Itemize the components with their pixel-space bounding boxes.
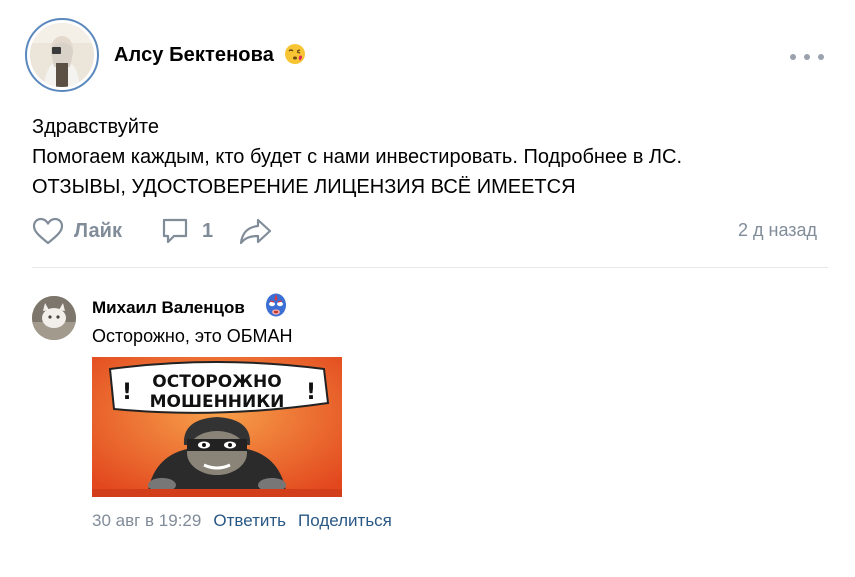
- dot-icon: [790, 54, 796, 60]
- share-button[interactable]: [239, 216, 273, 246]
- post-text-line: Помогаем каждым, кто будет с нами инвест…: [32, 146, 683, 168]
- post-timestamp[interactable]: 2 д назад: [738, 220, 817, 241]
- avatar-photo: [30, 23, 94, 87]
- comment-count: 1: [202, 219, 214, 242]
- dot-icon: [804, 54, 810, 60]
- like-label: Лайк: [74, 219, 122, 242]
- comment-text: Осторожно, это ОБМАН: [92, 326, 293, 346]
- scam-warning-image: ! ! ОСТОРОЖНО МОШЕННИКИ: [92, 357, 342, 497]
- post-text: Здравствуйте Помогаем каждым, кто будет …: [32, 112, 682, 202]
- comment-author-avatar[interactable]: [32, 296, 76, 340]
- post-text-line: Здравствуйте: [32, 116, 159, 138]
- wall-post: Алсу Бектенова Здравствуйте Помогаем каж…: [0, 0, 855, 577]
- image-text-line1: ОСТОРОЖНО: [152, 372, 281, 392]
- divider: [32, 267, 828, 268]
- share-arrow-icon: [239, 218, 272, 245]
- comment-attachment-image[interactable]: ! ! ОСТОРОЖНО МОШЕННИКИ: [92, 357, 342, 497]
- post-text-line: ОТЗЫВЫ, УДОСТОВЕРЕНИЕ ЛИЦЕНЗИЯ ВСЁ ИМЕЕТ…: [32, 176, 576, 198]
- share-comment-button[interactable]: Поделиться: [298, 511, 392, 531]
- comment-button[interactable]: 1: [160, 216, 213, 246]
- kiss-emoji-icon: [285, 44, 305, 64]
- like-button[interactable]: Лайк: [32, 216, 122, 246]
- more-options-button[interactable]: [790, 47, 824, 67]
- reply-button[interactable]: Ответить: [213, 511, 286, 531]
- image-exclaim-left: !: [122, 380, 132, 405]
- comment-author-name[interactable]: Михаил Валенцов: [92, 298, 245, 318]
- comment-icon: [162, 218, 188, 244]
- author-name[interactable]: Алсу Бектенова: [114, 44, 274, 67]
- avatar-photo: [32, 296, 76, 340]
- comment-meta: 30 авг в 19:29 Ответить Поделиться: [92, 511, 392, 531]
- heart-icon: [32, 217, 64, 245]
- image-text-line2: МОШЕННИКИ: [150, 392, 285, 412]
- comment-date[interactable]: 30 авг в 19:29: [92, 511, 201, 531]
- author-avatar[interactable]: [25, 18, 99, 92]
- luchador-mask-icon: [266, 293, 286, 317]
- dot-icon: [818, 54, 824, 60]
- image-exclaim-right: !: [306, 380, 316, 405]
